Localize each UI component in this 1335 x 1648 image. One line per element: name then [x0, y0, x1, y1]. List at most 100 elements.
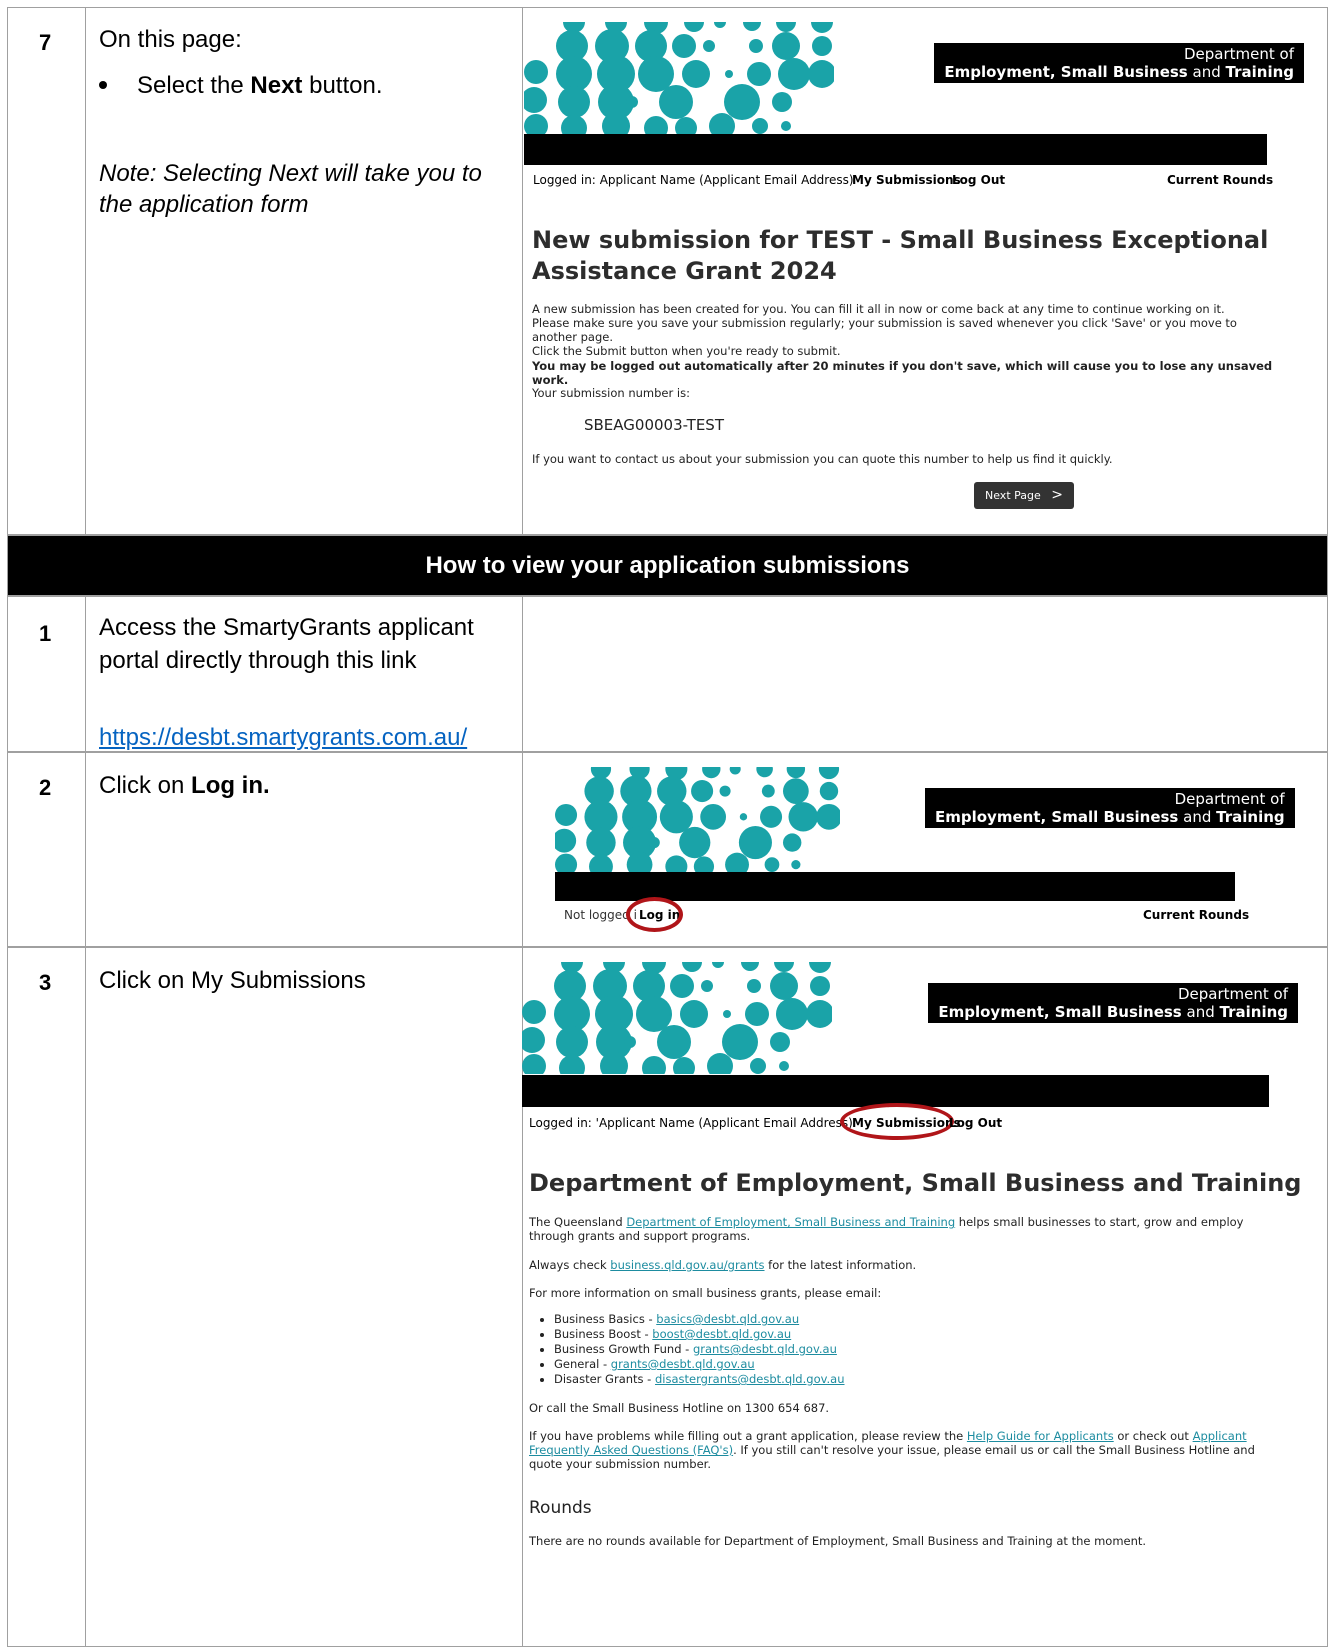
email-link[interactable]: basics@desbt.qld.gov.au	[656, 1312, 799, 1326]
dept-bold: Employment, Small Business	[944, 63, 1188, 81]
dept-line1: Department of	[1174, 790, 1285, 808]
step-text: Access the SmartyGrants applicant portal…	[99, 614, 474, 674]
logo-dot	[722, 1024, 758, 1060]
logo-dot	[524, 114, 548, 134]
grants-link[interactable]: business.qld.gov.au/grants	[610, 1258, 764, 1272]
logo-dot	[772, 92, 792, 112]
email-link[interactable]: grants@desbt.qld.gov.au	[611, 1357, 755, 1371]
dept-line2: Employment, Small Business and Training	[938, 1003, 1288, 1021]
logo-dot	[555, 803, 578, 827]
logo-dot	[703, 40, 715, 52]
email-link[interactable]: disastergrants@desbt.qld.gov.au	[655, 1372, 845, 1386]
section-header: How to view your application submissions	[7, 535, 1328, 596]
help-guide-link[interactable]: Help Guide for Applicants	[967, 1429, 1114, 1443]
department-logo: Department of Employment, Small Business…	[928, 983, 1298, 1023]
logo-dot	[725, 852, 749, 874]
screenshot-cell: Department of Employment, Small Business…	[522, 8, 1327, 534]
email-intro: For more information on small business g…	[529, 1286, 882, 1300]
portal-screenshot: Department of Employment, Small Business…	[522, 948, 1329, 1648]
step-text-cell: Click on Log in.	[85, 753, 523, 946]
logo-dot	[725, 70, 733, 78]
check-text: Always check business.qld.gov.au/grants …	[529, 1258, 916, 1272]
step-note: Note: Selecting Next will take you to th…	[99, 160, 482, 218]
help-prefix: If you have problems while filling out a…	[529, 1429, 967, 1443]
logo-dot	[739, 813, 748, 821]
logo-dot	[745, 1002, 769, 1026]
logo-dot	[712, 962, 724, 968]
logo-dot	[558, 86, 590, 118]
screenshot-cell: Department of Employment, Small Business…	[522, 948, 1327, 1646]
next-page-button[interactable]: Next Page >	[974, 482, 1074, 509]
logo-dot	[670, 974, 694, 998]
intro-prefix: The Queensland	[529, 1215, 627, 1229]
email-item: Business Boost - boost@desbt.qld.gov.au	[554, 1327, 845, 1342]
step-intro: On this page:	[99, 26, 242, 53]
step-number-cell: 3	[8, 948, 86, 1646]
logo-dot	[723, 1010, 731, 1018]
logo-dot	[816, 803, 840, 830]
logo-dot	[642, 1056, 666, 1074]
step-row-3: 3 Click on My Submissions Department of …	[7, 947, 1328, 1647]
logo-dot	[729, 767, 741, 775]
step-number: 7	[39, 30, 52, 55]
hotline-text: Or call the Small Business Hotline on 13…	[529, 1401, 830, 1415]
logo-dot	[819, 781, 839, 801]
logo-dot	[818, 767, 840, 780]
step-number: 2	[39, 775, 52, 800]
logo-dot	[714, 22, 726, 28]
log-out-link[interactable]: Log Out	[952, 173, 1005, 187]
logged-in-text: Logged in: 'Applicant Name (Applicant Em…	[529, 1116, 853, 1130]
submission-intro: A new submission has been created for yo…	[532, 302, 1277, 358]
logo-dot	[810, 976, 830, 996]
dept-link[interactable]: Department of Employment, Small Business…	[626, 1215, 955, 1229]
dept-line1: Department of	[1184, 45, 1294, 63]
dept-line2: Employment, Small Business and Training	[944, 63, 1294, 81]
highlight-circle	[840, 1103, 954, 1140]
email-item: General - grants@desbt.qld.gov.au	[554, 1357, 845, 1372]
portal-url-link[interactable]: https://desbt.smartygrants.com.au/	[99, 721, 467, 754]
email-link[interactable]: boost@desbt.qld.gov.au	[652, 1327, 791, 1341]
logo-dot	[682, 60, 710, 88]
help-mid: or check out	[1113, 1429, 1193, 1443]
logged-in-text: Logged in: Applicant Name (Applicant Ema…	[533, 173, 854, 187]
logo-dot	[524, 87, 547, 113]
dept-mid: and	[1178, 808, 1217, 826]
current-rounds-link[interactable]: Current Rounds	[1143, 908, 1249, 922]
step-row-2: 2 Click on Log in. Department of Employm…	[7, 752, 1328, 947]
step-text-bold: Log in.	[191, 772, 270, 799]
portal-url[interactable]: https://desbt.smartygrants.com.au/	[99, 724, 467, 751]
current-rounds-link[interactable]: Current Rounds	[1167, 173, 1273, 187]
department-logo: Department of Employment, Small Business…	[934, 43, 1304, 83]
logo-dot	[624, 1036, 636, 1048]
logo-dot	[791, 860, 801, 870]
logo-dot	[741, 962, 759, 971]
logo-dot	[788, 802, 818, 832]
logo-dot	[555, 853, 578, 874]
log-out-link[interactable]: Log Out	[949, 1116, 1002, 1130]
logo-dot	[680, 1000, 708, 1028]
step-text: Click on Log in.	[99, 769, 270, 802]
check-prefix: Always check	[529, 1258, 611, 1272]
logo-dot	[770, 1032, 790, 1052]
step-text-cell: Access the SmartyGrants applicant portal…	[85, 597, 523, 751]
logo-dot	[812, 36, 832, 56]
intro-para2: Please make sure you save your submissio…	[532, 316, 1237, 344]
dept-end: Training	[1225, 63, 1294, 81]
empty-cell	[522, 597, 1327, 751]
logo-dot	[806, 1000, 832, 1028]
email-link[interactable]: grants@desbt.qld.gov.au	[693, 1342, 837, 1356]
logo-dot	[638, 56, 674, 92]
email-item: Disaster Grants - disastergrants@desbt.q…	[554, 1372, 845, 1387]
logo-dot	[770, 972, 798, 1000]
user-name: Applicant Name (Applicant Email Address)	[599, 173, 854, 187]
intro-para1: A new submission has been created for yo…	[532, 302, 1225, 316]
portal-screenshot: Department of Employment, Small Business…	[522, 8, 1329, 536]
logo-dot	[752, 118, 768, 134]
logo-dot	[779, 1061, 789, 1071]
logged-in-label: Logged in:	[533, 173, 596, 187]
my-submissions-link[interactable]: My Submissions	[852, 173, 961, 187]
email-list: Business Basics - basics@desbt.qld.gov.a…	[529, 1312, 845, 1387]
dept-bold: Employment, Small Business	[935, 808, 1179, 826]
help-text: If you have problems while filling out a…	[529, 1429, 1259, 1471]
email-item: Business Growth Fund - grants@desbt.qld.…	[554, 1342, 845, 1357]
